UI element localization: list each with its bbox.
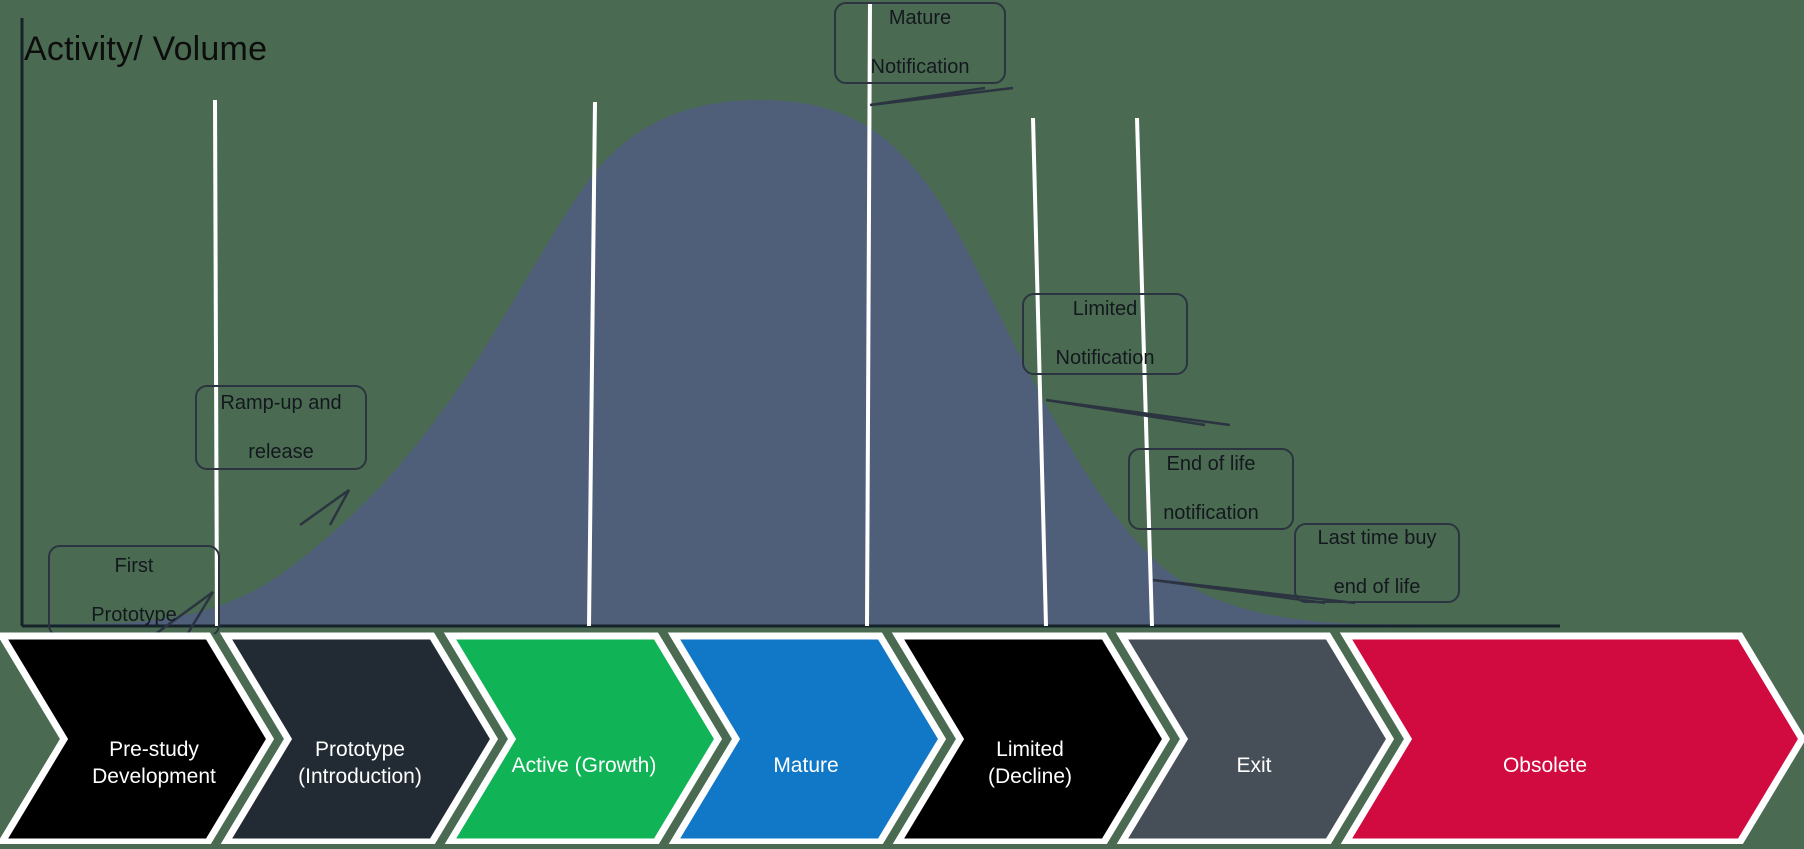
callout-mature-notification-text: Mature Notification — [870, 7, 970, 79]
chevron-shapes — [0, 632, 1804, 846]
activity-volume-curve — [22, 100, 1480, 627]
callout-ramp-up-release-text: Ramp-up and release — [220, 391, 342, 463]
stage-chevrons-svg — [0, 632, 1804, 846]
diagram-canvas: Activity/ Volume First Prototype Ramp-up… — [0, 0, 1804, 846]
chevron-obsolete[interactable] — [1339, 632, 1804, 846]
callout-end-of-life-notification[interactable]: End of life notification — [1128, 448, 1294, 530]
chevron-pre-study-development[interactable] — [0, 632, 275, 846]
tail-mature-notification — [869, 86, 1014, 107]
callout-last-time-buy[interactable]: Last time buy end of life — [1294, 523, 1460, 603]
callout-last-time-buy-text: Last time buy end of life — [1317, 527, 1437, 599]
callout-ramp-up-release[interactable]: Ramp-up and release — [195, 385, 367, 470]
callout-mature-notification[interactable]: Mature Notification — [834, 2, 1006, 84]
tail-limited-notification — [1045, 398, 1231, 427]
callout-limited-notification[interactable]: Limited Notification — [1022, 293, 1188, 375]
tail-ramp-up-release — [299, 488, 351, 527]
lifecycle-stage-bar: Pre-study Development Prototype (Introduct… — [0, 618, 1804, 846]
callout-end-of-life-notification-text: End of life notification — [1163, 453, 1259, 525]
callout-first-prototype-text: First Prototype — [91, 555, 177, 627]
callout-limited-notification-text: Limited Notification — [1055, 298, 1155, 370]
